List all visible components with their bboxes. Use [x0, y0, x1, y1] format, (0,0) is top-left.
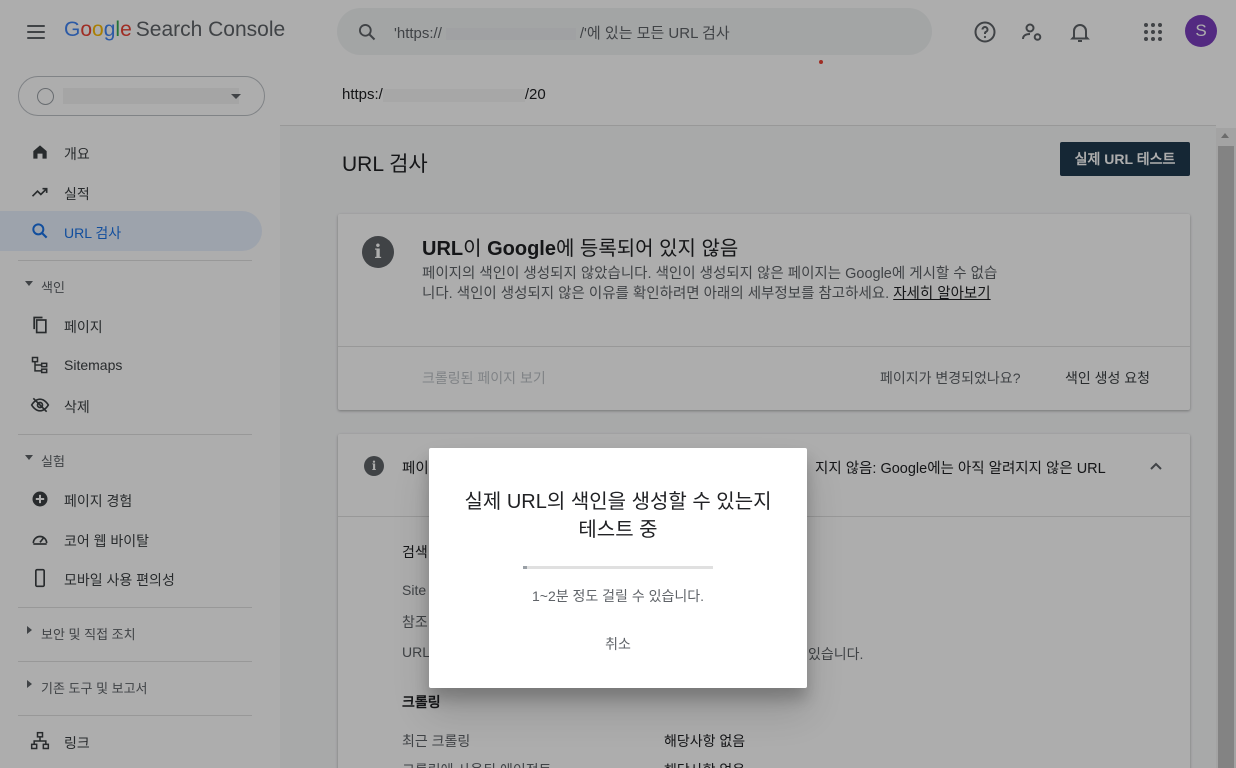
- cancel-button[interactable]: 취소: [588, 634, 648, 658]
- progress-bar-fill: [523, 566, 527, 569]
- progress-bar: [523, 566, 713, 569]
- dialog-subtitle: 1~2분 정도 걸릴 수 있습니다.: [532, 588, 704, 604]
- live-test-progress-dialog: 실제 URL의 색인을 생성할 수 있는지 테스트 중 1~2분 정도 걸릴 수…: [429, 448, 807, 688]
- dialog-title: 실제 URL의 색인을 생성할 수 있는지 테스트 중: [464, 491, 772, 541]
